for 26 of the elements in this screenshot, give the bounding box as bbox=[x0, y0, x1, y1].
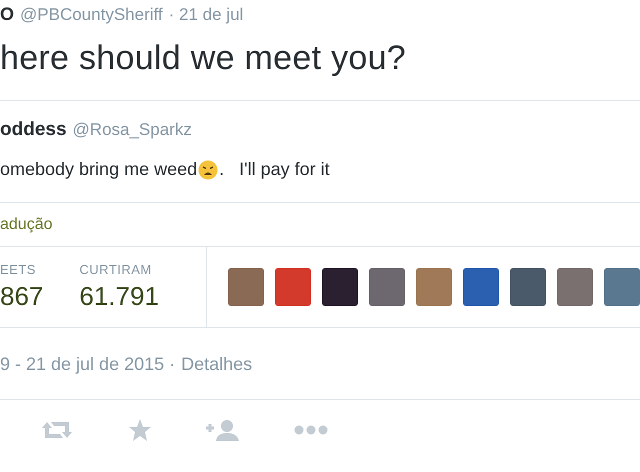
stat-count[interactable]: 61.791 bbox=[79, 281, 159, 312]
avatar-photo-placeholder[interactable] bbox=[416, 268, 452, 306]
quoted-author-name[interactable]: oddess bbox=[0, 119, 67, 141]
weary-face-icon bbox=[198, 160, 218, 180]
avatar-photo-placeholder[interactable] bbox=[228, 268, 264, 306]
stat-label: EETS bbox=[0, 262, 37, 277]
stat-label: CURTIRAM bbox=[79, 262, 153, 277]
translation-link[interactable]: adução bbox=[0, 216, 52, 233]
tweet-timestamp: 9 - 21 de jul de 2015 · bbox=[0, 354, 176, 375]
avatar-photo-placeholder[interactable] bbox=[604, 268, 640, 306]
more-icon[interactable] bbox=[294, 425, 328, 435]
follow-icon[interactable] bbox=[206, 419, 240, 441]
star-icon[interactable] bbox=[128, 418, 152, 442]
tweet-time: · 21 de jul bbox=[168, 5, 244, 25]
tweet-text: here should we meet you? bbox=[0, 39, 408, 78]
avatar-photo-placeholder[interactable] bbox=[369, 268, 405, 306]
stat-count[interactable]: 867 bbox=[0, 281, 44, 312]
avatar-photo-placeholder[interactable] bbox=[557, 268, 593, 306]
avatar-photo-placeholder[interactable] bbox=[275, 268, 311, 306]
avatar-photo-placeholder[interactable] bbox=[510, 268, 546, 306]
author-name[interactable]: O bbox=[0, 4, 14, 25]
quoted-tweet-text: . I'll pay for it bbox=[219, 159, 330, 180]
quoted-tweet-text: omebody bring me weed bbox=[0, 159, 198, 180]
avatar-photo-placeholder[interactable] bbox=[463, 268, 499, 306]
retweet-icon[interactable] bbox=[40, 420, 74, 440]
avatar-photo-placeholder[interactable] bbox=[322, 268, 358, 306]
